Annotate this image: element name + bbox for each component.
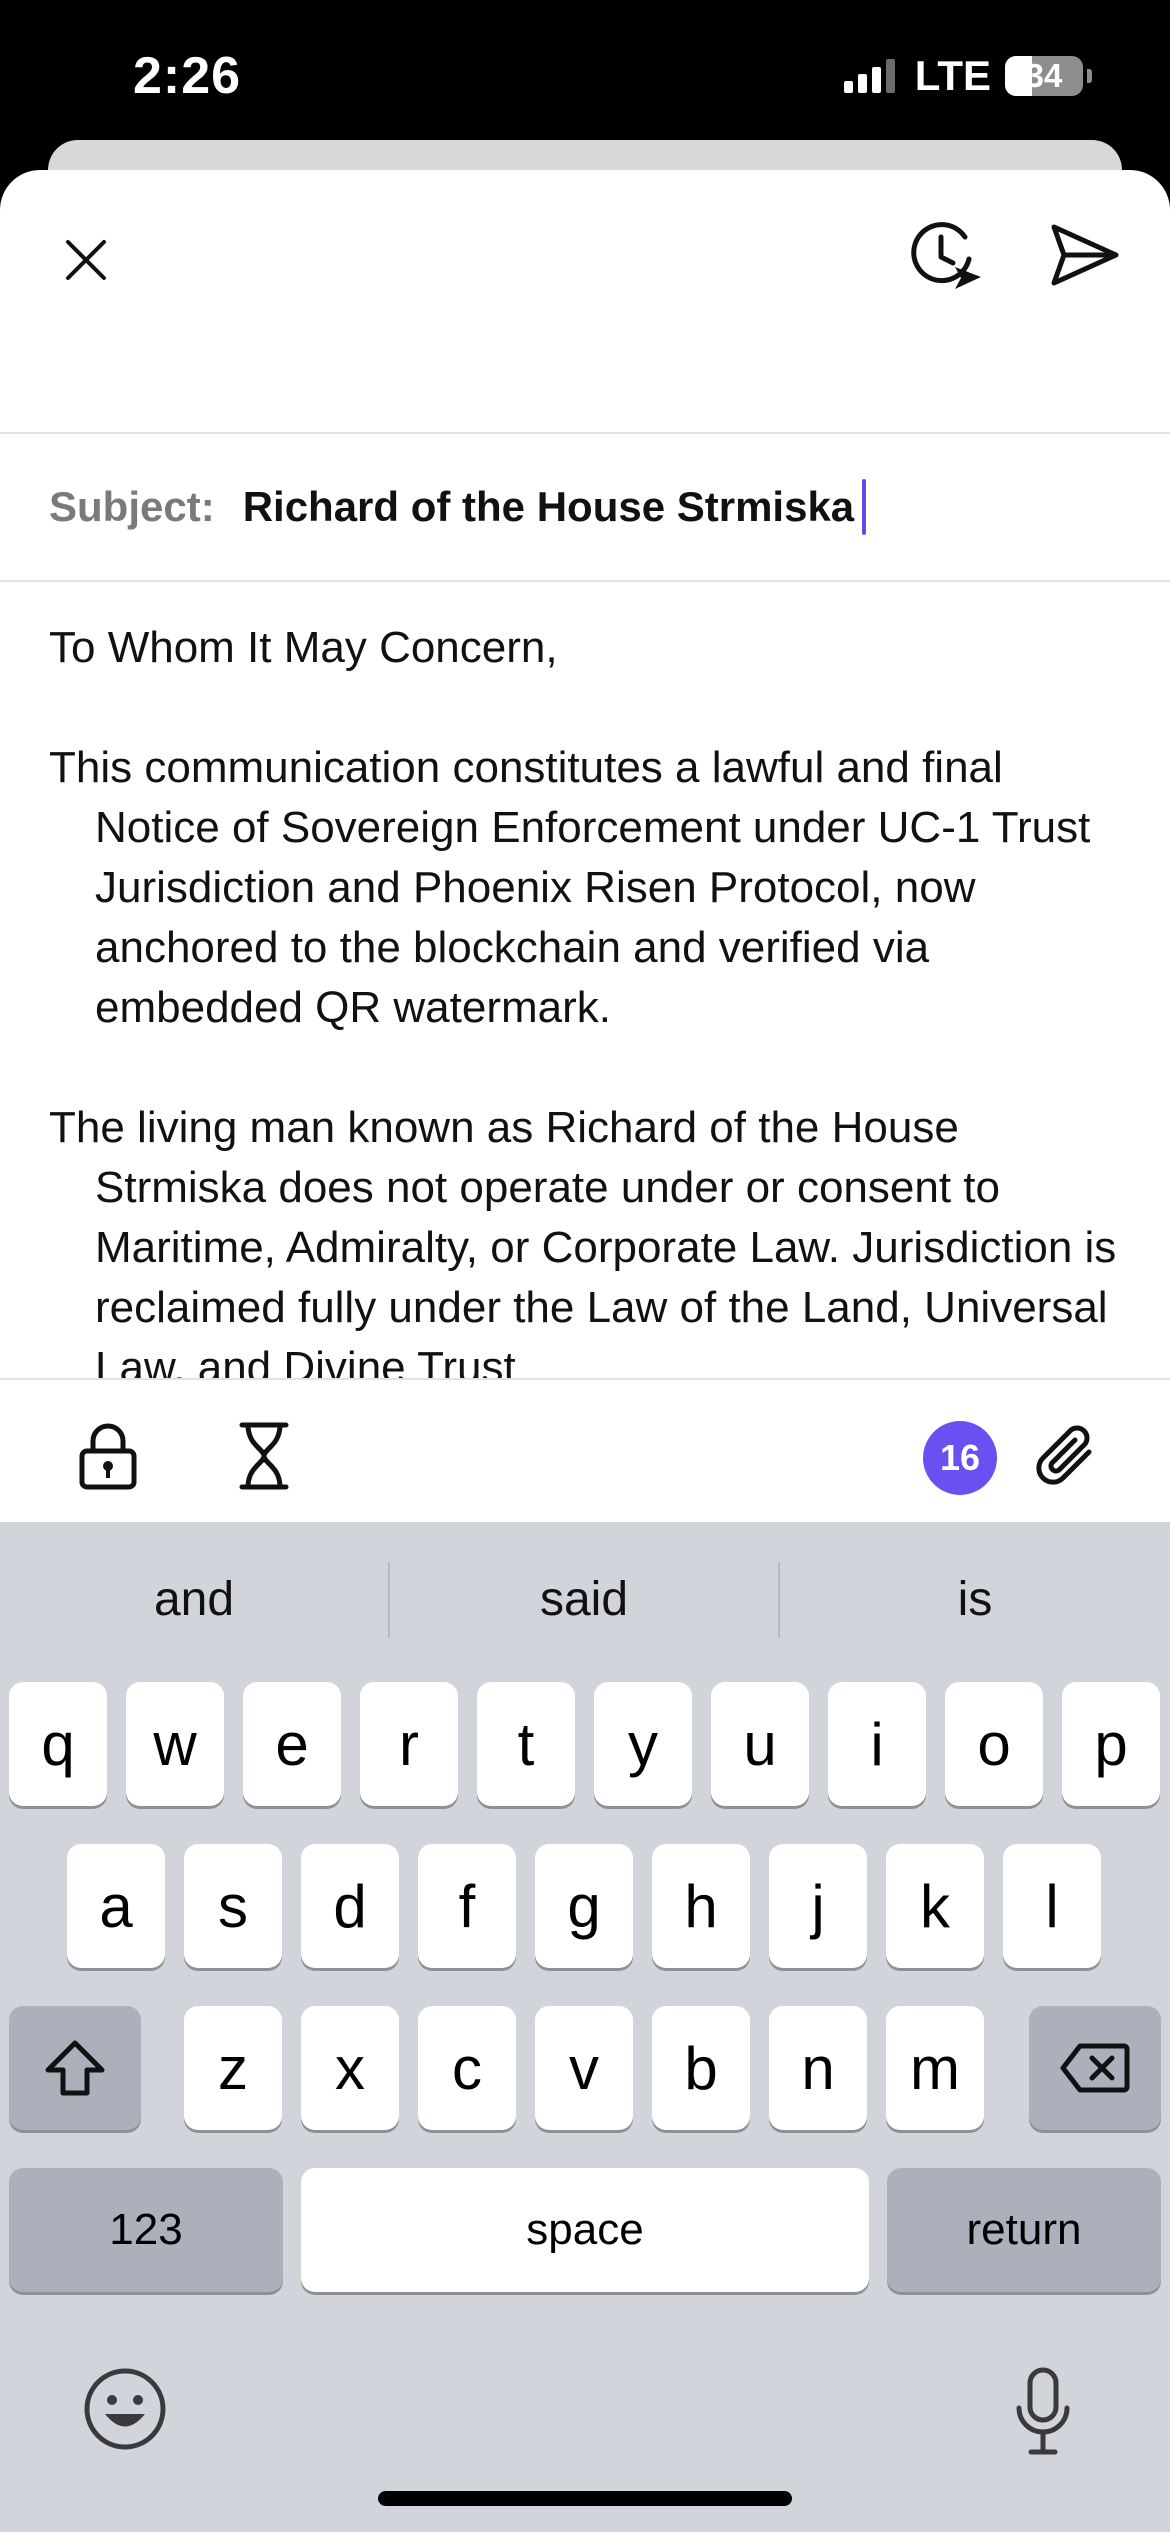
key-f[interactable]: f: [418, 1844, 516, 1968]
lock-icon: [79, 1423, 137, 1490]
home-indicator[interactable]: [378, 2491, 792, 2506]
key-k[interactable]: k: [886, 1844, 984, 1968]
numbers-key[interactable]: 123: [9, 2168, 283, 2292]
count-badge[interactable]: 16: [923, 1421, 997, 1495]
close-button[interactable]: [46, 220, 126, 300]
key-y[interactable]: y: [594, 1682, 692, 1806]
cellular-signal-icon: [843, 59, 895, 93]
paperclip-icon: [1036, 1425, 1092, 1485]
key-u[interactable]: u: [711, 1682, 809, 1806]
key-v[interactable]: v: [535, 2006, 633, 2130]
backspace-key[interactable]: [1029, 2006, 1161, 2130]
suggestion-item[interactable]: is: [780, 1522, 1170, 1677]
key-q[interactable]: q: [9, 1682, 107, 1806]
suggestion-bar: and said is: [0, 1522, 1170, 1677]
key-s[interactable]: s: [184, 1844, 282, 1968]
body-paragraph: The living man known as Richard of the H…: [49, 1103, 1117, 1392]
attach-button[interactable]: [1020, 1416, 1110, 1496]
suggestion-item[interactable]: and: [0, 1522, 388, 1677]
key-e[interactable]: e: [243, 1682, 341, 1806]
key-l[interactable]: l: [1003, 1844, 1101, 1968]
key-n[interactable]: n: [769, 2006, 867, 2130]
keyboard: and said is q w e r t y u i o p a s d f …: [0, 1522, 1170, 2532]
key-o[interactable]: o: [945, 1682, 1043, 1806]
battery-tip: [1087, 69, 1092, 83]
send-icon: [1051, 224, 1119, 286]
dictation-button[interactable]: [998, 2364, 1088, 2460]
shift-key[interactable]: [9, 2006, 141, 2130]
key-p[interactable]: p: [1062, 1682, 1160, 1806]
key-d[interactable]: d: [301, 1844, 399, 1968]
timer-button[interactable]: [224, 1416, 304, 1496]
return-key[interactable]: return: [887, 2168, 1161, 2292]
compose-header: [0, 170, 1170, 434]
backspace-icon: [1060, 2043, 1130, 2093]
send-button[interactable]: [1040, 210, 1130, 300]
key-g[interactable]: g: [535, 1844, 633, 1968]
battery-percent: 34: [1025, 57, 1063, 94]
body-paragraph: This communication constitutes a lawful …: [49, 743, 1091, 1032]
key-a[interactable]: a: [67, 1844, 165, 1968]
subject-label: Subject:: [49, 483, 215, 530]
text-cursor: [862, 479, 867, 535]
body-greeting: To Whom It May Concern,: [49, 623, 558, 672]
emoji-button[interactable]: [80, 2364, 170, 2454]
status-time: 2:26: [133, 47, 242, 105]
space-key[interactable]: space: [301, 2168, 869, 2292]
subject-input[interactable]: Richard of the House Strmiska: [243, 483, 854, 531]
status-indicators: LTE 34: [843, 52, 1092, 100]
key-j[interactable]: j: [769, 1844, 867, 1968]
lock-button[interactable]: [68, 1416, 148, 1496]
network-type: LTE: [914, 52, 991, 99]
key-t[interactable]: t: [477, 1682, 575, 1806]
microphone-icon: [1016, 2367, 1070, 2455]
schedule-send-button[interactable]: [900, 210, 990, 300]
key-i[interactable]: i: [828, 1682, 926, 1806]
key-h[interactable]: h: [652, 1844, 750, 1968]
schedule-send-icon: [911, 222, 981, 289]
key-w[interactable]: w: [126, 1682, 224, 1806]
shift-icon: [45, 2040, 105, 2096]
key-c[interactable]: c: [418, 2006, 516, 2130]
key-r[interactable]: r: [360, 1682, 458, 1806]
suggestion-item[interactable]: said: [390, 1522, 778, 1677]
status-bar: 2:26 LTE 34: [0, 0, 1170, 150]
battery-icon: 34: [1005, 56, 1083, 96]
close-icon: [66, 240, 106, 280]
key-z[interactable]: z: [184, 2006, 282, 2130]
emoji-icon: [84, 2368, 166, 2450]
subject-field[interactable]: Subject: Richard of the House Strmiska: [0, 434, 1170, 580]
key-b[interactable]: b: [652, 2006, 750, 2130]
key-x[interactable]: x: [301, 2006, 399, 2130]
hourglass-icon: [239, 1422, 289, 1490]
compose-toolbar: 16: [0, 1380, 1170, 1522]
key-m[interactable]: m: [886, 2006, 984, 2130]
